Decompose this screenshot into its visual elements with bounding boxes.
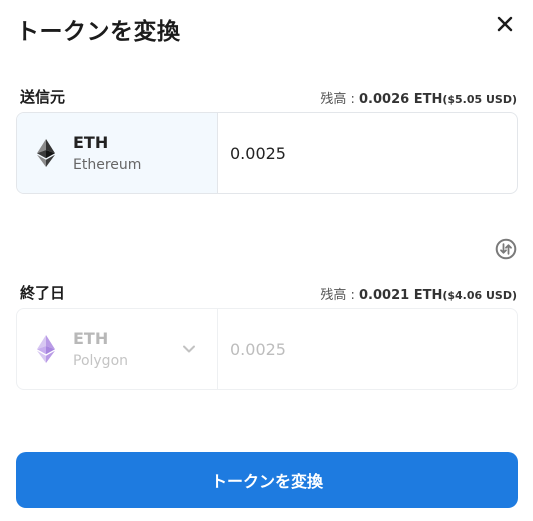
from-balance: 残高 : 0.0026 ETH($5.05 USD) [320, 88, 517, 107]
close-icon [497, 16, 513, 32]
from-token-symbol: ETH [73, 133, 109, 152]
to-balance: 残高 : 0.0021 ETH($4.06 USD) [320, 284, 517, 303]
to-balance-value: 0.0021 ETH [359, 288, 443, 303]
to-balance-usd: ($4.06 USD) [442, 289, 517, 302]
close-button[interactable] [494, 13, 516, 35]
to-token-symbol: ETH [73, 329, 109, 348]
to-token-network: Polygon [73, 353, 129, 369]
from-label: 送信元 [20, 88, 66, 106]
ethereum-icon [35, 138, 57, 168]
from-balance-value: 0.0026 ETH [359, 92, 443, 107]
convert-token-button[interactable]: トークンを変換 [16, 452, 518, 508]
from-amount-input[interactable]: 0.0025 [218, 113, 517, 193]
from-token-row: ETH Ethereum 0.0025 [16, 112, 518, 194]
dialog-title: トークンを変換 [16, 19, 181, 45]
to-amount-field: 0.0025 [230, 339, 286, 359]
to-token-select[interactable]: ETH Polygon [17, 309, 218, 389]
from-token-network: Ethereum [73, 157, 142, 173]
from-balance-label: 残高 : [320, 92, 359, 107]
swap-direction-icon [495, 238, 516, 259]
from-balance-usd: ($5.05 USD) [442, 93, 517, 106]
to-label: 終了日 [20, 284, 66, 302]
to-balance-label: 残高 : [320, 288, 359, 303]
ethereum-purple-icon [35, 334, 57, 364]
to-token-row: ETH Polygon 0.0025 [16, 308, 518, 390]
swap-direction-button[interactable] [494, 237, 517, 260]
from-token-select[interactable]: ETH Ethereum [17, 113, 218, 193]
chevron-down-icon [183, 345, 195, 353]
